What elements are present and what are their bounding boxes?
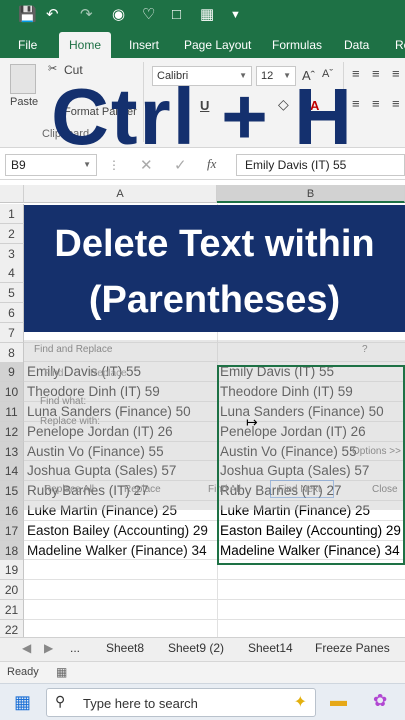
status-bar: Ready ▦ — [0, 661, 405, 683]
file-explorer-icon[interactable]: ▬ — [330, 691, 347, 711]
windows-start-icon[interactable]: ▦ — [14, 692, 31, 713]
grid-icon[interactable]: ▦ — [200, 6, 214, 24]
replace-with-label: Replace with: — [40, 416, 101, 427]
tab-page-layout[interactable]: Page Layout — [184, 32, 251, 58]
column-header-a[interactable]: A — [24, 185, 217, 203]
row-header[interactable]: 3 — [0, 243, 24, 264]
tab-formulas[interactable]: Formulas — [272, 32, 322, 58]
row-header[interactable]: 11 — [0, 402, 24, 422]
banner-line-2: (Parentheses) — [88, 279, 341, 321]
camera-icon[interactable]: ◉ — [112, 6, 125, 24]
text-cursor-icon: ↦ — [246, 414, 258, 430]
row-header[interactable]: 14 — [0, 461, 24, 482]
row-header[interactable]: 13 — [0, 441, 24, 462]
tab-data[interactable]: Data — [344, 32, 369, 58]
row-header[interactable]: 8 — [0, 342, 24, 363]
taskbar: ▦ ⚲ Type here to search ✦ ▬ ✿ — [0, 683, 405, 720]
replace-all-button[interactable]: Replace All — [44, 484, 94, 495]
row-header[interactable]: 17 — [0, 520, 24, 541]
title-bar: 💾 ↶ ↷ ◉ ♡ □ ▦ ▼ — [0, 0, 405, 32]
close-button[interactable]: Close — [372, 484, 398, 495]
row-header[interactable]: 10 — [0, 382, 24, 403]
select-all-corner[interactable] — [0, 185, 24, 203]
sheet-tab-more[interactable]: ... — [70, 641, 80, 655]
more-icon: ⋮ — [108, 158, 120, 172]
prev-sheet-icon[interactable]: ◀ — [22, 641, 31, 655]
tab-replace[interactable]: Replace — [90, 368, 127, 379]
formula-bar: B9 ▼ ⋮ ✕ ✓ fx Emily Davis (IT) 55 — [0, 150, 405, 180]
row-header[interactable]: 16 — [0, 501, 24, 521]
name-box-value: B9 — [11, 158, 26, 172]
row-header[interactable]: 12 — [0, 421, 24, 442]
row-header[interactable]: 1 — [0, 204, 24, 224]
find-replace-dialog: Find and Replace ? Find Replace Find wha… — [24, 340, 405, 510]
find-next-button[interactable]: Find Next — [278, 484, 321, 495]
tab-home[interactable]: Home — [59, 32, 112, 58]
ribbon-tabs: File Home Insert Page Layout Formulas Da… — [0, 32, 405, 58]
banner-line-1: Delete Text within — [54, 223, 375, 265]
taskbar-search[interactable]: ⚲ Type here to search ✦ — [46, 688, 316, 717]
title-banner: Delete Text within (Parentheses) — [24, 205, 405, 332]
tab-review[interactable]: Re — [395, 32, 405, 58]
row-header[interactable]: 6 — [0, 303, 24, 323]
find-all-button[interactable]: Find All — [208, 484, 241, 495]
customize-icon[interactable]: ▼ — [230, 6, 241, 24]
dialog-title: Find and Replace — [34, 344, 113, 355]
tab-file[interactable]: File — [18, 32, 37, 58]
redo-icon[interactable]: ↷ — [80, 6, 93, 24]
copilot-icon[interactable]: ✿ — [373, 691, 387, 711]
accessibility-icon[interactable]: ▦ — [56, 665, 67, 679]
search-placeholder: Type here to search — [83, 696, 198, 711]
sheet-tab-sheet14[interactable]: Sheet14 — [248, 641, 293, 655]
search-icon: ⚲ — [55, 693, 66, 709]
row-header[interactable]: 7 — [0, 322, 24, 343]
insert-function-icon[interactable]: fx — [207, 156, 216, 172]
row-header[interactable]: 20 — [0, 580, 24, 601]
gridline — [24, 579, 405, 581]
replace-button[interactable]: Replace — [124, 484, 161, 495]
sparkle-icon: ✦ — [293, 694, 307, 711]
cell-a[interactable]: Easton Bailey (Accounting) 29 — [27, 521, 208, 541]
cancel-icon[interactable]: ✕ — [140, 156, 153, 174]
gridline — [24, 599, 405, 600]
column-header-b[interactable]: B — [217, 185, 405, 203]
cell-b[interactable]: Madeline Walker (Finance) 34 — [220, 541, 400, 561]
options-button[interactable]: Options >> — [352, 446, 401, 457]
sheet-tab-bar: ◀ ▶ ... Sheet8 Sheet9 (2) Sheet14 Freeze… — [0, 637, 405, 661]
status-ready: Ready — [7, 666, 39, 678]
chevron-down-icon: ▼ — [83, 160, 91, 169]
tab-find[interactable]: Find — [44, 368, 63, 379]
sheet-tab-sheet9-2[interactable]: Sheet9 (2) — [168, 641, 224, 655]
file-icon[interactable]: □ — [172, 6, 181, 24]
sheet-tab-sheet8[interactable]: Sheet8 — [106, 641, 144, 655]
row-header[interactable]: 5 — [0, 283, 24, 304]
find-what-label: Find what: — [40, 396, 87, 407]
formula-input[interactable]: Emily Davis (IT) 55 — [236, 154, 405, 176]
row-header[interactable]: 19 — [0, 560, 24, 581]
sheet-tab-freeze-panes[interactable]: Freeze Panes — [315, 641, 390, 655]
row-header[interactable]: 2 — [0, 223, 24, 244]
cell-b[interactable]: Easton Bailey (Accounting) 29 — [220, 521, 401, 541]
tab-insert[interactable]: Insert — [129, 32, 159, 58]
enter-icon[interactable]: ✓ — [174, 156, 187, 174]
shortcut-overlay-title: Ctrl + H — [51, 72, 354, 161]
cell-a[interactable]: Madeline Walker (Finance) 34 — [27, 541, 207, 561]
row-header[interactable]: 9 — [0, 362, 24, 383]
gridline — [24, 618, 405, 620]
row-header[interactable]: 18 — [0, 540, 24, 561]
name-box[interactable]: B9 ▼ — [5, 154, 97, 176]
shape-icon[interactable]: ♡ — [142, 6, 155, 24]
row-header[interactable]: 15 — [0, 481, 24, 502]
save-icon[interactable]: 💾 — [18, 6, 37, 24]
row-header[interactable]: 21 — [0, 600, 24, 620]
row-header[interactable]: 4 — [0, 263, 24, 284]
help-icon[interactable]: ? — [362, 344, 368, 355]
undo-icon[interactable]: ↶ — [46, 6, 59, 24]
next-sheet-icon[interactable]: ▶ — [44, 641, 53, 655]
